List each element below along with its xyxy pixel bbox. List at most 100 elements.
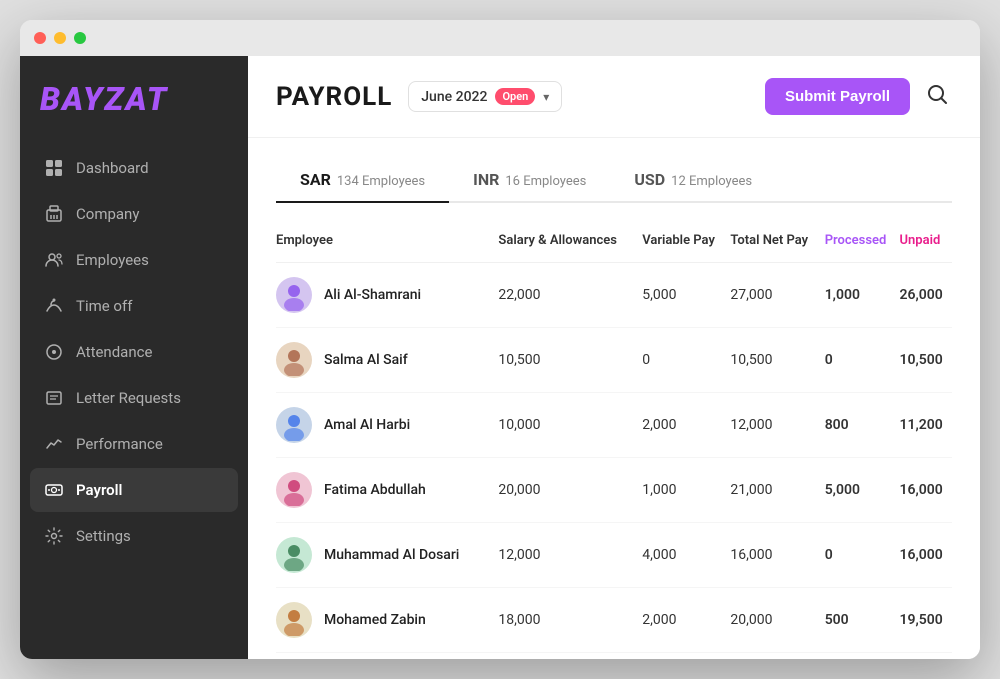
timeoff-icon: [44, 296, 64, 316]
sidebar-item-letter-requests[interactable]: Letter Requests: [30, 376, 238, 420]
sidebar-label-performance: Performance: [76, 435, 163, 453]
salary-cell-2: 10,000: [498, 393, 642, 458]
processed-cell-4: 0: [825, 523, 900, 588]
employee-name: Ali Al-Shamrani: [324, 287, 421, 303]
employee-cell-1: Salma Al Saif: [276, 328, 498, 393]
tab-sar[interactable]: SAR 134 Employees: [276, 158, 449, 203]
variable-cell-1: 0: [642, 328, 730, 393]
total-cell-5: 20,000: [730, 588, 824, 653]
logo-text: BAYZAT: [40, 80, 168, 118]
salary-cell-5: 18,000: [498, 588, 642, 653]
table-row: Fatima Abdullah 20,000 1,000 21,000 5,00…: [276, 458, 952, 523]
employee-name: Muhammad Al Dosari: [324, 547, 459, 563]
period-selector[interactable]: June 2022 Open ▾: [408, 81, 562, 112]
payroll-table: Employee Salary & Allowances Variable Pa…: [276, 223, 952, 653]
employee-name: Amal Al Harbi: [324, 417, 410, 433]
sidebar-label-company: Company: [76, 205, 139, 223]
processed-cell-0: 1,000: [825, 263, 900, 328]
employee-name: Salma Al Saif: [324, 352, 408, 368]
sidebar-item-timeoff[interactable]: Time off: [30, 284, 238, 328]
unpaid-cell-2: 11,200: [899, 393, 952, 458]
app-window: BAYZAT Dashboard: [20, 20, 980, 659]
employee-cell-3: Fatima Abdullah: [276, 458, 498, 523]
table-row: Salma Al Saif 10,500 0 10,500 0 10,500: [276, 328, 952, 393]
salary-cell-4: 12,000: [498, 523, 642, 588]
sidebar-label-letter-requests: Letter Requests: [76, 389, 181, 407]
letter-icon: [44, 388, 64, 408]
app-body: BAYZAT Dashboard: [20, 56, 980, 659]
sidebar-label-settings: Settings: [76, 527, 131, 545]
content-area: SAR 134 Employees INR 16 Employees USD 1…: [248, 138, 980, 659]
employee-name: Fatima Abdullah: [324, 482, 426, 498]
unpaid-cell-4: 16,000: [899, 523, 952, 588]
unpaid-cell-5: 19,500: [899, 588, 952, 653]
sidebar-item-payroll[interactable]: Payroll: [30, 468, 238, 512]
sidebar-item-performance[interactable]: Performance: [30, 422, 238, 466]
col-variable: Variable Pay: [642, 223, 730, 263]
sidebar-item-dashboard[interactable]: Dashboard: [30, 146, 238, 190]
inr-employees: 16 Employees: [505, 174, 586, 189]
avatar: [276, 407, 312, 443]
sidebar-label-employees: Employees: [76, 251, 149, 269]
table-row: Amal Al Harbi 10,000 2,000 12,000 800 11…: [276, 393, 952, 458]
variable-cell-4: 4,000: [642, 523, 730, 588]
avatar: [276, 602, 312, 638]
usd-code: USD: [634, 170, 665, 189]
topbar-left: PAYROLL June 2022 Open ▾: [276, 81, 562, 112]
minimize-dot[interactable]: [54, 32, 66, 44]
sar-code: SAR: [300, 170, 331, 189]
table-row: Muhammad Al Dosari 12,000 4,000 16,000 0…: [276, 523, 952, 588]
maximize-dot[interactable]: [74, 32, 86, 44]
currency-tabs: SAR 134 Employees INR 16 Employees USD 1…: [276, 158, 952, 203]
sidebar-item-company[interactable]: Company: [30, 192, 238, 236]
payroll-icon: [44, 480, 64, 500]
avatar: [276, 537, 312, 573]
page-title: PAYROLL: [276, 82, 392, 112]
main-content: PAYROLL June 2022 Open ▾ Submit Payroll: [248, 56, 980, 659]
settings-icon: [44, 526, 64, 546]
sidebar-label-timeoff: Time off: [76, 297, 132, 315]
period-label: June 2022: [421, 89, 487, 105]
sidebar-item-settings[interactable]: Settings: [30, 514, 238, 558]
topbar: PAYROLL June 2022 Open ▾ Submit Payroll: [248, 56, 980, 138]
logo: BAYZAT: [20, 56, 248, 146]
search-button[interactable]: [922, 79, 952, 115]
salary-cell-3: 20,000: [498, 458, 642, 523]
close-dot[interactable]: [34, 32, 46, 44]
submit-payroll-button[interactable]: Submit Payroll: [765, 78, 910, 115]
processed-cell-3: 5,000: [825, 458, 900, 523]
employee-cell-4: Muhammad Al Dosari: [276, 523, 498, 588]
sidebar-nav: Dashboard Company: [20, 146, 248, 558]
total-cell-3: 21,000: [730, 458, 824, 523]
employee-cell-0: Ali Al-Shamrani: [276, 263, 498, 328]
attendance-icon: [44, 342, 64, 362]
total-cell-4: 16,000: [730, 523, 824, 588]
variable-cell-2: 2,000: [642, 393, 730, 458]
company-icon: [44, 204, 64, 224]
avatar: [276, 472, 312, 508]
sidebar-item-attendance[interactable]: Attendance: [30, 330, 238, 374]
open-badge: Open: [495, 88, 535, 105]
sidebar-item-employees[interactable]: Employees: [30, 238, 238, 282]
col-employee: Employee: [276, 223, 498, 263]
inr-code: INR: [473, 170, 499, 189]
col-total: Total Net Pay: [730, 223, 824, 263]
sidebar-label-payroll: Payroll: [76, 481, 122, 499]
search-icon: [926, 83, 948, 105]
avatar: [276, 277, 312, 313]
col-salary: Salary & Allowances: [498, 223, 642, 263]
col-unpaid: Unpaid: [899, 223, 952, 263]
sidebar-label-dashboard: Dashboard: [76, 159, 149, 177]
performance-icon: [44, 434, 64, 454]
sidebar: BAYZAT Dashboard: [20, 56, 248, 659]
tab-usd[interactable]: USD 12 Employees: [610, 158, 776, 203]
titlebar: [20, 20, 980, 56]
processed-cell-1: 0: [825, 328, 900, 393]
sidebar-label-attendance: Attendance: [76, 343, 152, 361]
table-row: Mohamed Zabin 18,000 2,000 20,000 500 19…: [276, 588, 952, 653]
variable-cell-3: 1,000: [642, 458, 730, 523]
tab-inr[interactable]: INR 16 Employees: [449, 158, 610, 203]
total-cell-2: 12,000: [730, 393, 824, 458]
processed-cell-2: 800: [825, 393, 900, 458]
sar-employees: 134 Employees: [337, 174, 425, 189]
